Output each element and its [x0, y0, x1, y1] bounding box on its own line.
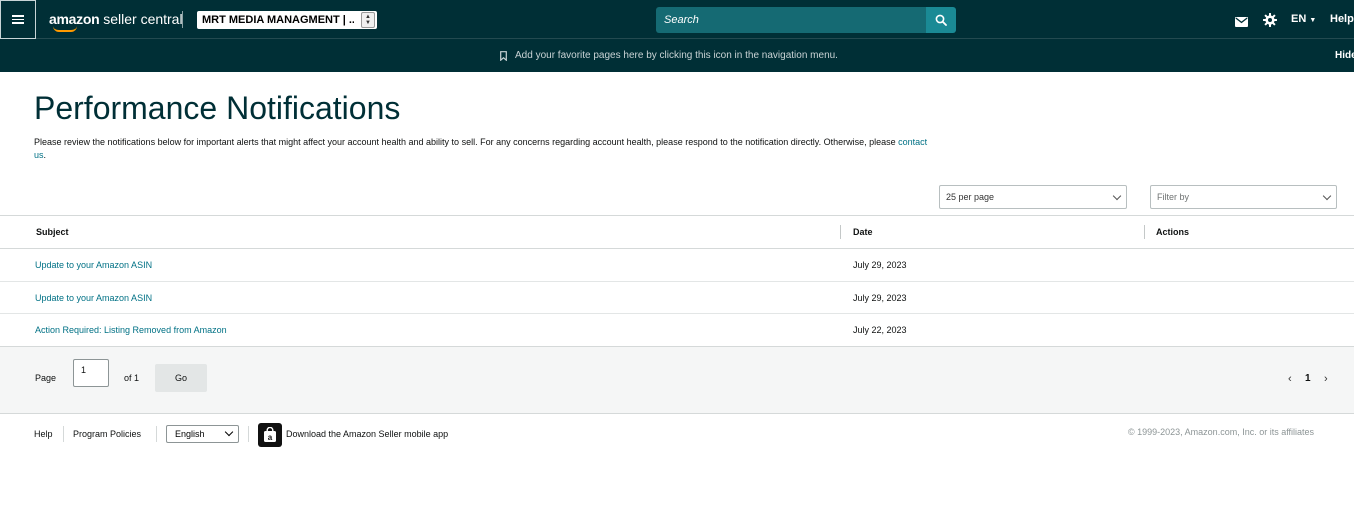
gear-icon[interactable]: [1263, 13, 1277, 32]
caret-down-icon: ▼: [1309, 17, 1317, 24]
per-page-select[interactable]: 25 per page: [939, 185, 1127, 209]
page-number-input[interactable]: 1: [73, 359, 109, 387]
search-icon: [935, 14, 947, 26]
search-input[interactable]: Search: [656, 7, 926, 33]
download-app-link[interactable]: Download the Amazon Seller mobile app: [286, 429, 448, 439]
footer-help-link[interactable]: Help: [34, 429, 53, 439]
pagination-bar: Page 1 of 1 Go ‹ 1 ›: [0, 346, 1354, 414]
language-selector[interactable]: EN ▼: [1291, 13, 1316, 25]
notification-subject-link[interactable]: Update to your Amazon ASIN: [35, 260, 152, 270]
logo-brand: amazon: [49, 11, 100, 27]
menu-button[interactable]: [0, 0, 36, 39]
svg-text:a: a: [268, 433, 273, 442]
logo-divider: [182, 11, 183, 28]
intro-text: Please review the notifications below fo…: [34, 136, 934, 162]
column-divider: [840, 225, 841, 239]
table-header: Subject Date Actions: [0, 215, 1354, 249]
favorites-message-text: Add your favorite pages here by clicking…: [515, 50, 838, 61]
notification-date: July 29, 2023: [853, 292, 907, 303]
search-placeholder: Search: [664, 14, 699, 26]
help-link[interactable]: Help: [1330, 13, 1354, 25]
notifications-table: Subject Date Actions Update to your Amaz…: [0, 215, 1354, 347]
table-row: Update to your Amazon ASIN July 29, 2023: [0, 282, 1354, 314]
favorites-bar: Add your favorite pages here by clicking…: [0, 39, 1354, 72]
footer-language-value: English: [175, 429, 205, 439]
shopping-bag-icon[interactable]: a: [258, 423, 282, 447]
page-title: Performance Notifications: [34, 90, 401, 126]
notification-date: July 22, 2023: [853, 325, 907, 335]
hide-favorites-button[interactable]: Hide: [1335, 50, 1354, 61]
page-total: of 1: [124, 373, 140, 383]
footer-divider: [156, 426, 157, 442]
search-button[interactable]: [926, 7, 956, 33]
table-row: Update to your Amazon ASIN July 29, 2023: [0, 249, 1354, 282]
account-selector[interactable]: MRT MEDIA MANAGMENT | ... ▲ ▼: [197, 11, 377, 29]
filter-select[interactable]: Filter by: [1150, 185, 1337, 209]
logo-smile: [53, 26, 77, 32]
go-button[interactable]: Go: [155, 364, 207, 392]
updown-arrows-icon: ▲ ▼: [361, 12, 375, 28]
footer: Help Program Policies English a Download…: [0, 414, 1354, 454]
current-page[interactable]: 1: [1305, 373, 1311, 384]
header-subject[interactable]: Subject: [36, 227, 69, 237]
program-policies-link[interactable]: Program Policies: [73, 429, 141, 439]
header-date[interactable]: Date: [853, 227, 873, 237]
footer-divider: [248, 426, 249, 442]
page-label: Page: [35, 373, 57, 383]
column-divider: [1144, 225, 1145, 239]
intro-end: .: [43, 150, 47, 160]
copyright-text: © 1999-2023, Amazon.com, Inc. or its aff…: [1128, 427, 1315, 437]
bookmark-icon: [500, 50, 507, 61]
notification-subject-link[interactable]: Action Required: Listing Removed from Am…: [35, 325, 227, 335]
notification-subject-link[interactable]: Update to your Amazon ASIN: [35, 293, 152, 303]
menu-icon: [12, 15, 24, 24]
logo-sub: seller central: [99, 11, 183, 27]
chevron-right-icon[interactable]: ›: [1324, 373, 1328, 385]
favorites-message: Add your favorite pages here by clicking…: [500, 50, 838, 61]
language-label: EN: [1291, 13, 1307, 25]
table-row: Action Required: Listing Removed from Am…: [0, 314, 1354, 347]
footer-divider: [63, 426, 64, 442]
header-actions: Actions: [1156, 227, 1190, 237]
seller-central-logo[interactable]: amazon seller central: [49, 11, 183, 32]
footer-language-select[interactable]: English: [166, 425, 239, 443]
chevron-left-icon[interactable]: ‹: [1288, 373, 1292, 385]
chevron-down-icon: [1322, 191, 1332, 201]
per-page-value: 25 per page: [946, 192, 995, 202]
chevron-down-icon: [224, 427, 234, 437]
notification-date: July 29, 2023: [853, 260, 907, 270]
top-navigation-bar: amazon seller central MRT MEDIA MANAGMEN…: [0, 0, 1354, 39]
intro-body: Please review the notifications below fo…: [34, 137, 899, 147]
account-name: MRT MEDIA MANAGMENT | ...: [202, 14, 354, 26]
mail-icon[interactable]: [1235, 14, 1248, 32]
filter-placeholder: Filter by: [1157, 192, 1190, 202]
chevron-down-icon: [1112, 191, 1122, 201]
